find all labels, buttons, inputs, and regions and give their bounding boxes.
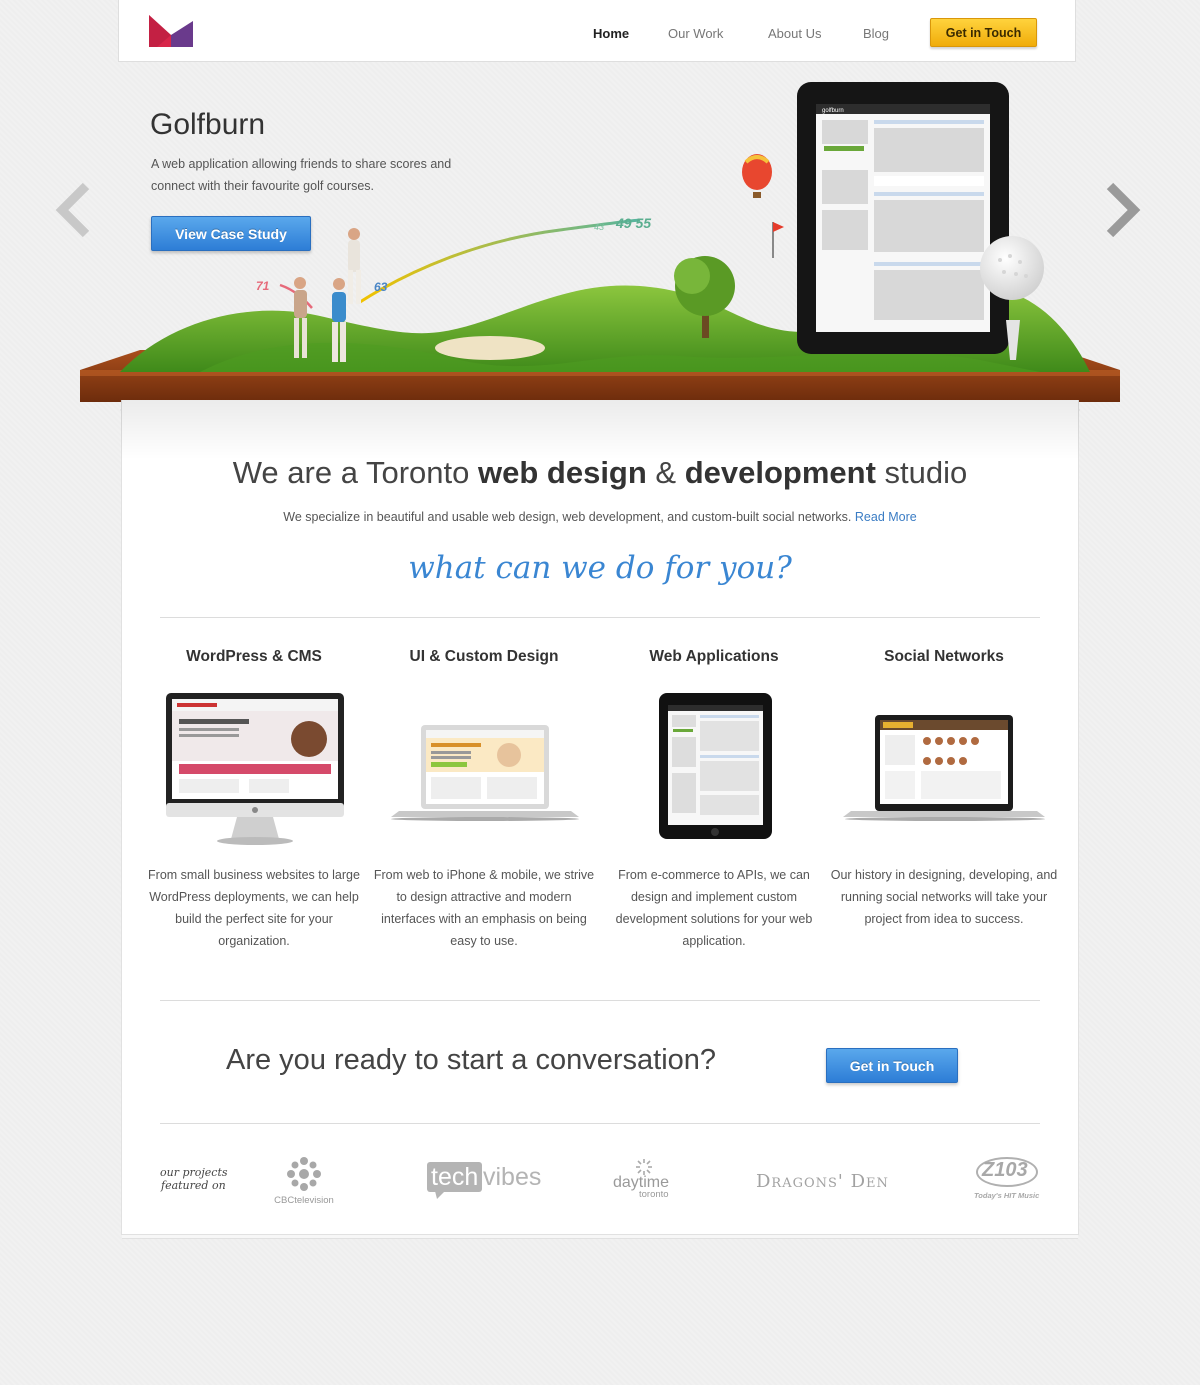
hero-score-63: 63 (374, 280, 388, 294)
nav-home[interactable]: Home (593, 26, 629, 41)
service-description: Our history in designing, developing, an… (830, 868, 1058, 926)
divider (160, 1123, 1040, 1124)
nav-about-us[interactable]: About Us (768, 26, 821, 41)
divider (160, 617, 1040, 618)
hero-description: A web application allowing friends to sh… (151, 157, 452, 193)
z103-logo[interactable]: Z103 Today's HIT Music (974, 1157, 1044, 1205)
speech-tail-icon (435, 1191, 445, 1199)
hero-title: Golfburn (150, 108, 266, 141)
hero-score-71: 71 (256, 279, 270, 293)
panel-top-shadow (121, 400, 1079, 460)
laptop-icon (391, 725, 579, 821)
nav-blog[interactable]: Blog (863, 26, 889, 41)
desktop-monitor-icon (166, 693, 344, 845)
divider (160, 1000, 1040, 1001)
dragons-den-logo[interactable]: Dragons' Den (756, 1171, 889, 1192)
service-title: WordPress & CMS (186, 648, 322, 665)
what-can-we-do-heading: what can we do for you? (408, 550, 792, 586)
cta-get-in-touch-button[interactable]: Get in Touch (826, 1048, 958, 1083)
featured-on-label: our projects featured on (160, 1166, 228, 1192)
site-header: Home Our Work About Us Blog Get in Touch (118, 0, 1076, 62)
service-title: Social Networks (884, 648, 1004, 665)
studio-logo-icon[interactable] (149, 15, 193, 47)
service-web-applications: Web Applications From e-commerce to APIs… (599, 648, 829, 948)
service-title: Web Applications (649, 648, 779, 665)
hero-score-43: 43 (594, 222, 604, 232)
studio-intro-text: We specialize in beautiful and usable we… (283, 510, 917, 524)
header-get-in-touch-button[interactable]: Get in Touch (930, 18, 1037, 47)
service-social-networks: Social Networks Our history in designing… (829, 648, 1059, 926)
laptop-icon (843, 715, 1045, 821)
read-more-link[interactable]: Read More (855, 510, 917, 524)
service-ui-custom-design: UI & Custom Design From web to iPhone & … (369, 648, 599, 948)
service-wordpress-cms: WordPress & CMS From small business webs… (139, 648, 369, 948)
service-description: From web to iPhone & mobile, we strive t… (373, 868, 595, 948)
service-description: From e-commerce to APIs, we can design a… (615, 868, 813, 948)
conversation-heading: Are you ready to start a conversation? (226, 1044, 717, 1076)
studio-headline: We are a Toronto web design & developmen… (232, 455, 968, 490)
tablet-app-name: golfburn (822, 108, 844, 114)
service-title: UI & Custom Design (409, 648, 559, 665)
daytime-toronto-logo[interactable]: daytime toronto (613, 1158, 679, 1202)
techvibes-logo[interactable]: tech vibes (427, 1162, 543, 1202)
service-description: From small business websites to large Wo… (148, 868, 360, 948)
view-case-study-button[interactable]: View Case Study (151, 216, 311, 251)
hero-score-49-55: 49 55 (615, 215, 651, 231)
nav-our-work[interactable]: Our Work (668, 26, 723, 41)
cbc-gem-icon (287, 1157, 321, 1191)
tablet-icon (659, 693, 772, 839)
cbc-television-logo[interactable]: CBCtelevision (272, 1156, 336, 1208)
